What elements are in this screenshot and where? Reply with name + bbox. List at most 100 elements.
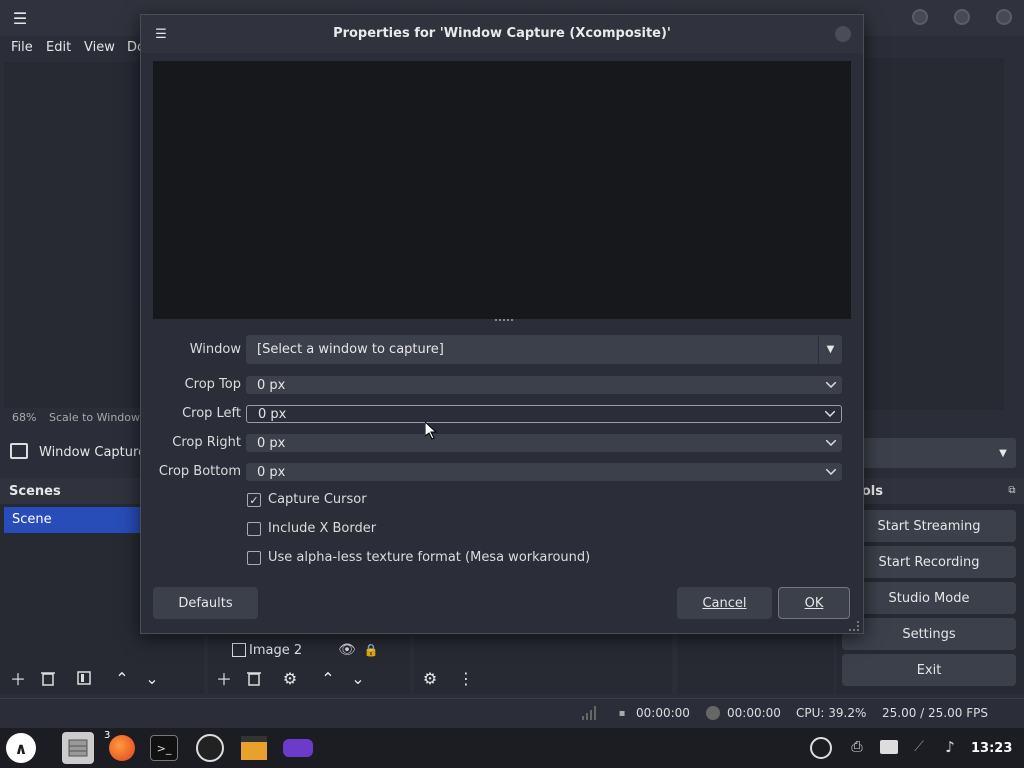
stream-time: 00:00:00 [636,706,690,720]
preview-area[interactable] [4,62,140,408]
image-icon [232,643,246,657]
move-up-icon[interactable]: ⌃ [110,666,134,690]
lock-icon[interactable]: 🔒 [364,642,379,658]
capture-cursor-checkbox[interactable]: ✓ [247,493,261,507]
menu-edit[interactable]: Edit [46,40,71,55]
cpu-usage: CPU: 39.2% [796,706,867,720]
crop-top-label: Crop Top [184,377,241,392]
preview-area-right[interactable] [864,58,1004,410]
start-recording-button[interactable]: Start Recording [842,546,1016,578]
game-console-icon[interactable] [282,732,314,764]
properties-dialog: ☰ Properties for 'Window Capture (Xcompo… [140,14,864,634]
chevron-down-icon[interactable] [819,406,841,422]
mixer-menu-icon[interactable]: ⋮ [454,666,478,690]
exit-button[interactable]: Exit [842,654,1016,686]
taskbar: ∧ 3 >_ ⎙ ⟋ ♪ 13:23 [0,728,1024,768]
capture-preview [153,61,851,319]
window-select[interactable]: [Select a window to capture] ▼ [246,335,842,364]
controls-header: ntrols [836,478,1024,504]
firefox-badge: 3 [104,730,111,741]
crop-bottom-value: 0 px [257,464,286,480]
crop-bottom-label: Crop Bottom [158,464,241,479]
source-row-name[interactable]: Image 2 [249,643,302,658]
sources-dock: Image 2 👁 🔒 ＋ ⚙ ⌃ ⌄ [208,634,410,694]
video-editor-icon[interactable] [238,732,270,764]
studio-mode-button[interactable]: Studio Mode [842,582,1016,614]
crop-right-field[interactable]: 0 px [246,434,842,452]
chevron-down-icon: ▼ [818,335,842,364]
scene-item[interactable]: Scene [4,507,140,533]
dropdown-arrow-icon: ▼ [999,447,1007,459]
remove-source-button[interactable] [242,666,266,690]
printer-icon[interactable]: ⎙ [848,738,866,756]
crop-right-value: 0 px [257,435,286,451]
crop-top-value: 0 px [257,377,286,393]
network-bars-icon [582,706,596,720]
terminal-icon[interactable]: >_ [150,735,178,761]
add-scene-button[interactable]: ＋ [6,666,30,690]
splitter-handle-icon[interactable] [495,319,513,321]
defaults-button[interactable]: Defaults [153,587,258,619]
remove-scene-button[interactable] [36,666,60,690]
audio-note-icon[interactable]: ♪ [942,738,958,756]
firefox-icon[interactable] [106,732,138,764]
crop-left-value: 0 px [258,406,287,422]
menu-file[interactable]: File [11,40,33,55]
move-down-icon[interactable]: ⌄ [140,666,164,690]
hamburger-menu-icon[interactable]: ☰ [10,8,30,28]
mixer-dock: ⚙ ⋮ [414,634,672,694]
window-label: Window [189,342,241,357]
crop-bottom-field[interactable]: 0 px [246,463,842,481]
scale-percent: 68% [12,411,37,424]
status-bar: ▪ 00:00:00 00:00:00 CPU: 39.2% 25.00 / 2… [0,698,1024,728]
start-streaming-button[interactable]: Start Streaming [842,510,1016,542]
window-icon [10,443,28,459]
dialog-titlebar: ☰ Properties for 'Window Capture (Xcompo… [141,15,863,53]
eye-icon[interactable]: 👁 [338,642,356,658]
mouse-cursor-icon [424,420,438,440]
dialog-close-button[interactable] [835,26,851,42]
chevron-down-icon[interactable] [820,434,842,452]
obs-tray-icon[interactable] [810,737,832,759]
source-settings-gear-icon[interactable]: ⚙ [278,666,302,690]
crop-left-field[interactable]: 0 px [246,405,842,423]
stream-icon: ▪ [618,707,626,719]
fps-readout: 25.00 / 25.00 FPS [882,706,988,720]
crop-left-label: Crop Left [182,406,241,421]
maximize-button[interactable] [954,9,970,25]
add-source-button[interactable]: ＋ [212,666,236,690]
resize-grip-icon[interactable] [849,621,859,631]
preview-status: 68% Scale to Window [0,408,140,428]
minimize-button[interactable] [912,9,928,25]
include-x-border-checkbox[interactable] [247,522,261,536]
window-select-value: [Select a window to capture] [257,342,444,357]
file-manager-icon[interactable] [62,732,94,764]
crop-right-label: Crop Right [172,435,241,450]
launcher-icon[interactable]: ∧ [6,733,36,763]
include-x-border-label: Include X Border [268,521,377,536]
record-time: 00:00:00 [727,706,781,720]
keyboard-icon[interactable] [880,740,898,754]
crop-top-field[interactable]: 0 px [246,376,842,394]
menu-view[interactable]: View [84,40,115,55]
source-select[interactable]: ▼ [862,438,1016,468]
alpha-less-texture-label: Use alpha-less texture format (Mesa work… [268,550,591,565]
ok-button[interactable]: OK [778,587,850,619]
source-move-down-icon[interactable]: ⌄ [346,666,370,690]
scene-filters-button[interactable] [72,666,96,690]
network-icon[interactable]: ⟋ [910,738,928,756]
chevron-down-icon[interactable] [820,463,842,481]
mixer-settings-gear-icon[interactable]: ⚙ [418,666,442,690]
clock: 13:23 [971,741,1013,756]
alpha-less-texture-checkbox[interactable] [247,551,261,565]
capture-cursor-label: Capture Cursor [268,492,367,507]
settings-button[interactable]: Settings [842,618,1016,650]
undock-icon[interactable]: ⧉ [1006,484,1018,496]
dialog-title: Properties for 'Window Capture (Xcomposi… [333,26,671,41]
obs-icon[interactable] [194,732,226,764]
cancel-button[interactable]: Cancel [677,587,772,619]
close-button[interactable] [996,9,1012,25]
source-move-up-icon[interactable]: ⌃ [316,666,340,690]
source-name: Window Capture [39,445,147,460]
chevron-down-icon[interactable] [820,376,842,394]
